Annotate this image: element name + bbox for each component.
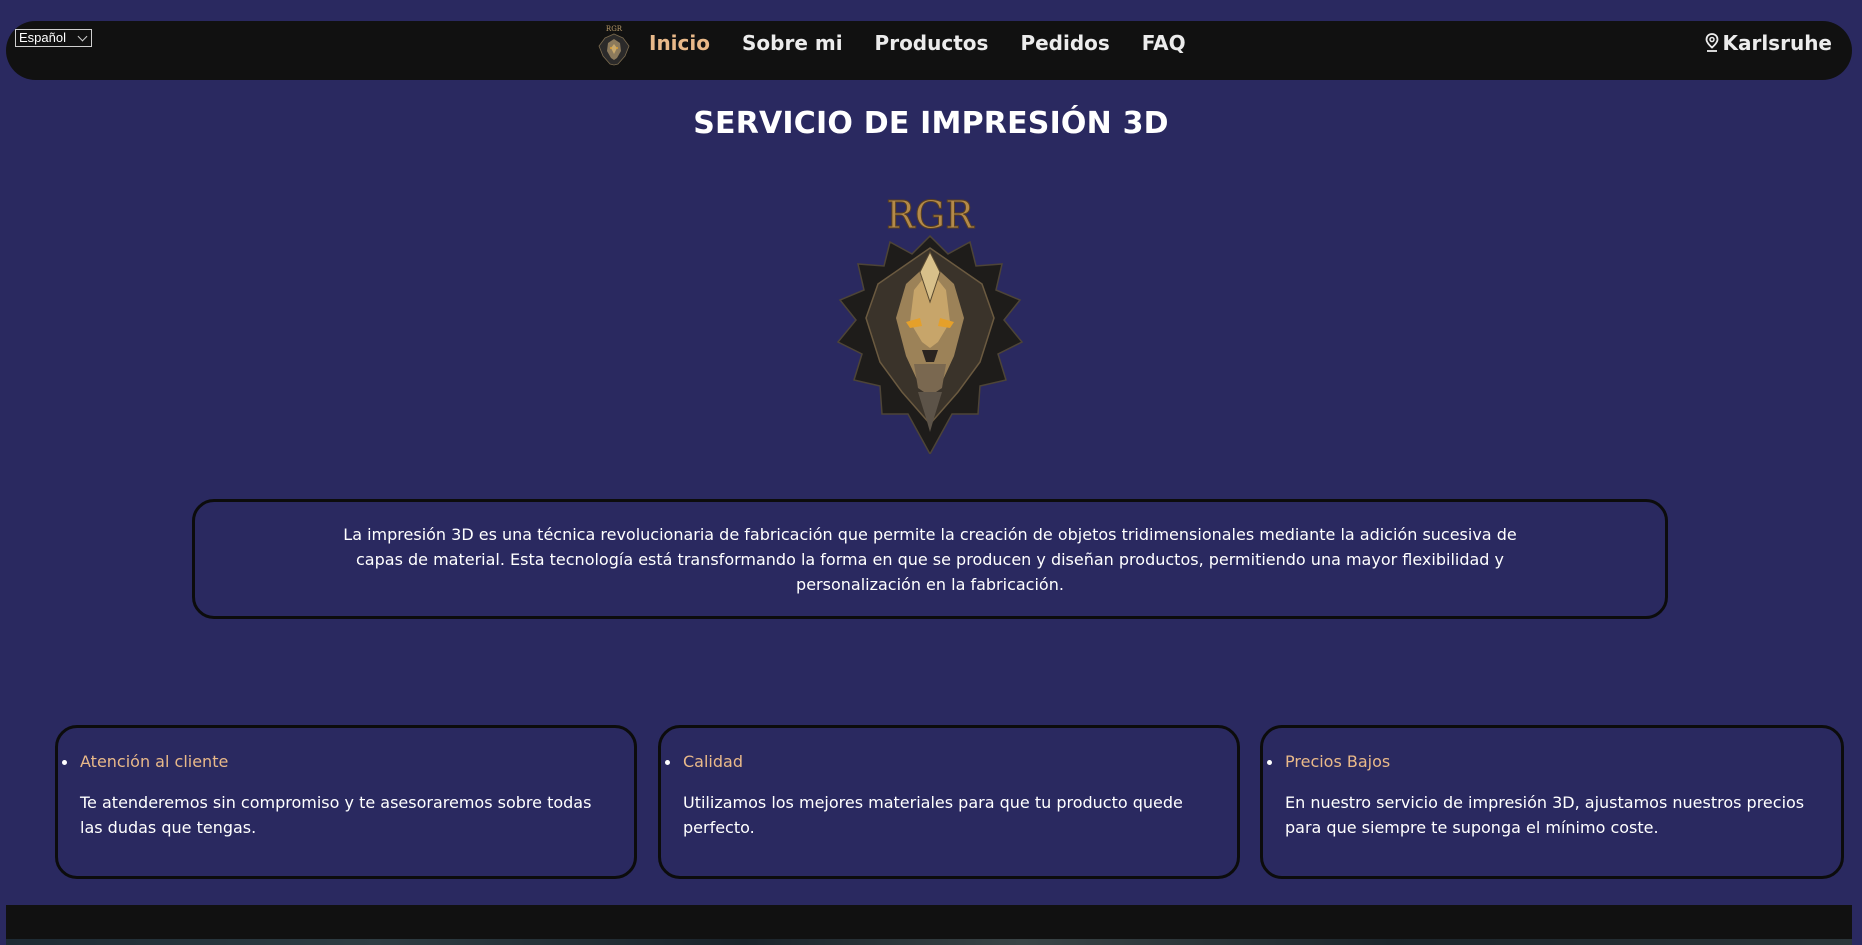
nav-logo-text: RGR [606, 25, 623, 33]
feature-heading: Calidad [683, 752, 743, 771]
intro-text: La impresión 3D es una técnica revolucio… [343, 524, 1517, 594]
location[interactable]: Karlsruhe [1705, 29, 1832, 57]
nav-link-inicio[interactable]: Inicio [649, 31, 710, 55]
feature-card-precios: Precios Bajos En nuestro servicio de imp… [1260, 725, 1844, 879]
feature-text: Utilizamos los mejores materiales para q… [683, 793, 1183, 837]
feature-card-calidad: Calidad Utilizamos los mejores materiale… [658, 725, 1240, 879]
rgr-lion-logo: RGR [836, 193, 1024, 454]
nav-link-pedidos[interactable]: Pedidos [1020, 31, 1109, 55]
footer-image [6, 939, 1852, 945]
intro-box: La impresión 3D es una técnica revolucio… [192, 499, 1668, 619]
nav-link-productos[interactable]: Productos [875, 31, 989, 55]
page: Español RGR Inicio Sobre mi Productos Pe… [0, 0, 1862, 945]
bullet-icon [665, 760, 670, 765]
nav-link-faq[interactable]: FAQ [1142, 31, 1186, 55]
feature-heading: Atención al cliente [80, 752, 229, 771]
feature-text: Te atenderemos sin compromiso y te aseso… [80, 793, 592, 837]
lion-logo-icon[interactable]: RGR [596, 24, 632, 66]
feature-text: En nuestro servicio de impresión 3D, aju… [1285, 793, 1805, 837]
hero-logo-text: RGR [886, 193, 975, 237]
bullet-icon [62, 760, 67, 765]
map-pin-icon [1706, 33, 1719, 52]
main-nav: Inicio Sobre mi Productos Pedidos FAQ [649, 28, 1186, 58]
language-select-value: Español [19, 30, 66, 45]
page-title: SERVICIO DE IMPRESIÓN 3D [693, 106, 1169, 141]
feature-card-atencion: Atención al cliente Te atenderemos sin c… [55, 725, 637, 879]
location-label: Karlsruhe [1722, 31, 1832, 55]
language-select[interactable]: Español [15, 29, 92, 47]
footer-banner [6, 905, 1852, 945]
nav-link-sobre-mi[interactable]: Sobre mi [742, 31, 843, 55]
chevron-down-icon [77, 31, 88, 41]
feature-heading: Precios Bajos [1285, 752, 1391, 771]
bullet-icon [1267, 760, 1272, 765]
